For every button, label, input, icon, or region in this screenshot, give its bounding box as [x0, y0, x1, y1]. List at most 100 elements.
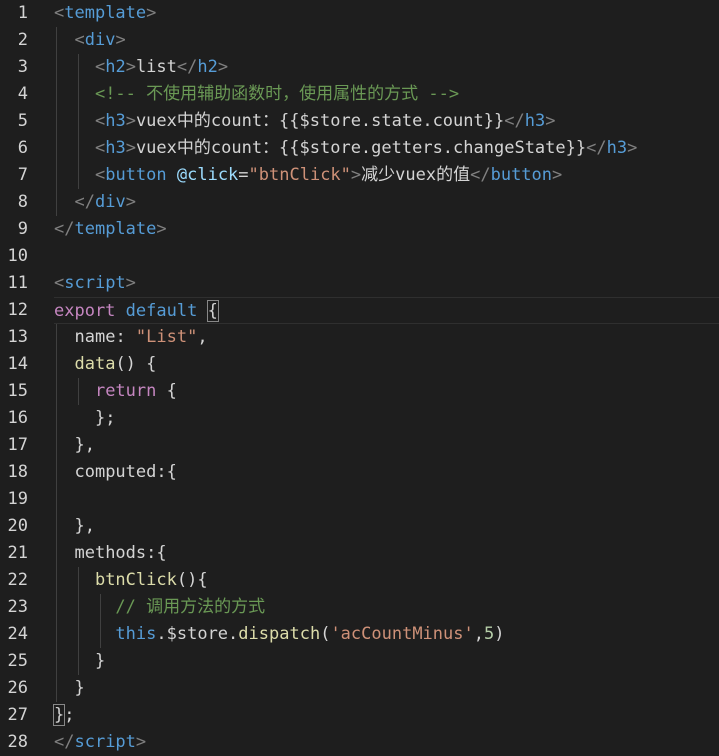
code-line[interactable]: },	[54, 432, 719, 459]
indent-guide	[56, 324, 57, 702]
code-token: </	[54, 219, 75, 239]
code-token: </	[470, 165, 491, 185]
code-line[interactable]: </template>	[54, 216, 719, 243]
line-number: 17	[7, 435, 28, 455]
code-line[interactable]: <h3>vuex中的count：{{$store.getters.changeS…	[54, 135, 719, 162]
code-line[interactable]: <h3>vuex中的count：{{$store.state.count}}</…	[54, 108, 719, 135]
code-line[interactable]: <template>	[54, 0, 719, 27]
line-number: 26	[7, 678, 28, 698]
code-line[interactable]: // 调用方法的方式	[54, 594, 719, 621]
code-token: >	[125, 192, 136, 212]
code-line[interactable]: return {	[54, 378, 719, 405]
code-token: ,	[197, 327, 208, 347]
code-token: >	[125, 57, 136, 77]
line-number: 2	[17, 30, 28, 50]
code-line[interactable]: <!-- 不使用辅助函数时，使用属性的方式 -->	[54, 81, 719, 108]
code-token: <	[94, 57, 106, 77]
code-token: };	[94, 408, 116, 428]
code-token: "btnClick"	[248, 165, 351, 185]
code-token: () {	[115, 354, 157, 374]
code-editor[interactable]: 1 2 3 4 5 6 7 8 9 10 11 12 13 14 15 16 17 18 19 20 21 22 23 24 2…	[0, 0, 719, 755]
code-line[interactable]	[54, 486, 719, 513]
code-token: vuex中的count：{{$store.getters.changeState…	[135, 138, 587, 158]
code-line[interactable]: },	[54, 513, 719, 540]
code-line[interactable]: methods:{	[54, 540, 719, 567]
line-number: 12	[7, 300, 28, 320]
line-number: 5	[17, 111, 28, 131]
line-number: 4	[17, 84, 28, 104]
code-token: :{	[156, 462, 177, 482]
code-token: h3	[105, 138, 126, 158]
code-line[interactable]: };	[52, 702, 719, 729]
code-token: >	[156, 219, 167, 239]
code-token: <!-- 不使用辅助函数时，使用属性的方式 -->	[94, 84, 460, 104]
code-token: },	[74, 435, 95, 455]
code-line[interactable]: </script>	[54, 729, 719, 756]
code-token: (	[320, 624, 331, 644]
code-token: button	[490, 165, 553, 185]
code-token: computed	[74, 462, 157, 482]
code-line[interactable]: this.$store.dispatch('acCountMinus',5)	[54, 621, 719, 648]
code-token: <	[54, 273, 65, 293]
code-line[interactable]: <div>	[54, 27, 719, 54]
code-line[interactable]: btnClick(){	[54, 567, 719, 594]
code-line[interactable]: <h2>list</h2>	[54, 54, 719, 81]
code-token: 减少vuex的值	[361, 165, 471, 185]
code-line[interactable]: <button @click="btnClick">减少vuex的值</butt…	[54, 162, 719, 189]
code-line[interactable]: computed:{	[54, 459, 719, 486]
code-token: list	[135, 57, 177, 77]
code-token: ;	[64, 705, 75, 725]
code-token: </	[504, 111, 525, 131]
indent-guide	[78, 378, 79, 405]
code-token: script	[74, 732, 136, 752]
code-token: button	[105, 165, 167, 185]
code-token: vuex中的count：{{$store.state.count}}	[135, 111, 505, 131]
code-token: h2	[197, 57, 218, 77]
line-number: 21	[7, 543, 28, 563]
line-number: 24	[7, 624, 28, 644]
code-token: btnClick	[94, 570, 177, 590]
code-token: :	[115, 327, 136, 347]
code-token: div	[84, 30, 116, 50]
indent-guide	[56, 27, 57, 216]
code-token: >	[217, 57, 229, 77]
code-token: template	[74, 219, 157, 239]
code-token: methods	[74, 543, 147, 563]
code-token: .	[228, 624, 239, 644]
line-number: 11	[7, 273, 28, 293]
code-token: (){	[176, 570, 208, 590]
code-line[interactable]: }	[54, 675, 719, 702]
line-number: 13	[7, 327, 28, 347]
code-token: >	[135, 732, 147, 752]
code-line[interactable]: export default {	[54, 297, 719, 324]
code-line[interactable]: };	[54, 405, 719, 432]
code-line[interactable]: </div>	[54, 189, 719, 216]
code-token: </	[176, 57, 198, 77]
code-line[interactable]: }	[54, 648, 719, 675]
code-line[interactable]: data() {	[54, 351, 719, 378]
code-token: export	[54, 301, 116, 321]
code-token: >	[350, 165, 362, 185]
code-token: <	[94, 165, 106, 185]
code-area[interactable]: <template> <div> <h2>list</h2> <!-- 不使用辅…	[52, 0, 719, 756]
code-line[interactable]: name: "List",	[54, 324, 719, 351]
code-token: h3	[524, 111, 546, 131]
line-number: 25	[7, 651, 28, 671]
line-number: 9	[17, 219, 28, 239]
code-token: return	[94, 381, 157, 401]
code-line[interactable]	[54, 243, 719, 270]
code-line[interactable]: <script>	[54, 270, 719, 297]
